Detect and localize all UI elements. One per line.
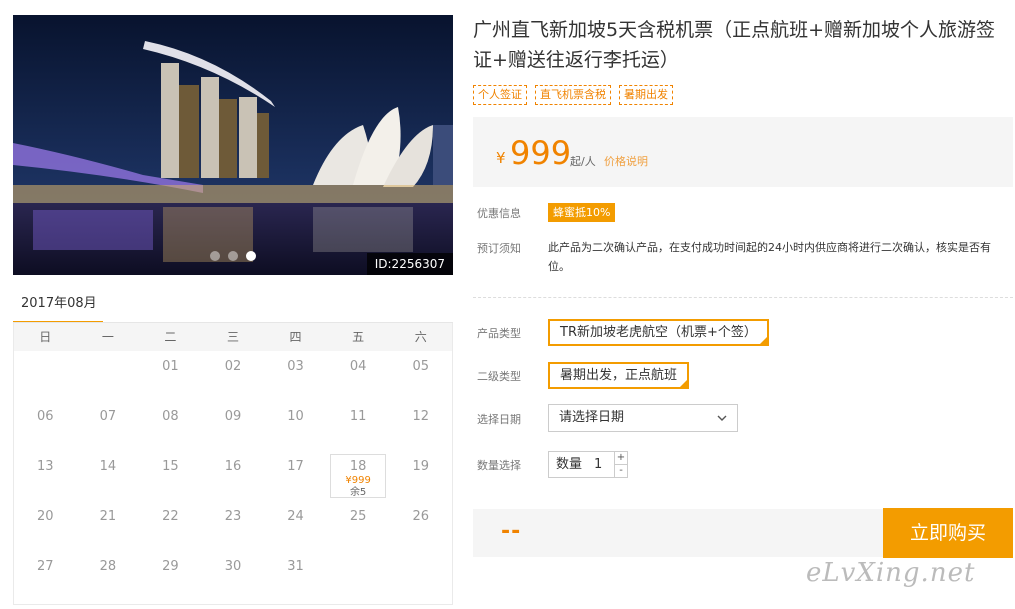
calendar-day: 20: [37, 509, 54, 524]
calendar-day: 01: [162, 359, 179, 374]
price-box: ¥ 999 起/人 价格说明: [473, 117, 1013, 187]
calendar-weekday-row: 日一二三四五六: [14, 323, 452, 351]
product-tag: 暑期出发: [619, 85, 673, 105]
quantity-prefix: 数量: [556, 457, 583, 472]
calendar-weekday: 二: [164, 330, 177, 344]
section-divider: [473, 297, 1013, 298]
notice-label: 预订须知: [477, 242, 521, 255]
product-tag: 直飞机票含税: [535, 85, 611, 105]
calendar-empty-cell: [14, 351, 77, 401]
quantity-decrease-button[interactable]: -: [614, 465, 627, 478]
calendar-day: 02: [224, 359, 242, 374]
sub-type-label: 二级类型: [477, 370, 521, 383]
chevron-down-icon: [717, 415, 727, 421]
product-type-option[interactable]: TR新加坡老虎航空（机票+个签）: [548, 319, 769, 346]
calendar-day: 10: [287, 409, 304, 424]
product-tag: 个人签证: [473, 85, 527, 105]
quantity-stepper[interactable]: 数量 1 + -: [548, 451, 628, 478]
calendar-day: 14: [99, 459, 117, 474]
calendar-day: 19: [412, 459, 429, 474]
calendar-weekday: 四: [289, 330, 302, 344]
calendar-day: 30: [224, 559, 242, 574]
calendar-weekday: 一: [101, 330, 114, 344]
calendar-day: 05: [412, 359, 429, 374]
product-title: 广州直飞新加坡5天含税机票（正点航班+赠新加坡个人旅游签证+赠送往返行李托运）: [473, 19, 996, 71]
carousel-dots: [210, 251, 256, 261]
price-unit: 起/人: [570, 155, 596, 168]
quantity-value[interactable]: 1: [594, 452, 602, 477]
calendar-day: 15: [162, 459, 179, 474]
quantity-label: 数量选择: [477, 459, 521, 472]
calendar-day: 24: [287, 509, 304, 524]
calendar-day: 22: [162, 509, 179, 524]
price-value: 999: [510, 134, 572, 172]
product-type-label: 产品类型: [477, 327, 521, 340]
sub-type-option[interactable]: 暑期出发，正点航班: [548, 362, 690, 389]
marina-bay-night-photo: [13, 15, 453, 275]
price-explanation-link[interactable]: 价格说明: [604, 153, 648, 169]
product-tags: 个人签证 直飞机票含税 暑期出发: [473, 85, 673, 105]
calendar-day: 09: [224, 409, 242, 424]
calendar-day: 07: [99, 409, 117, 424]
calendar-day: 12: [412, 409, 429, 424]
price-currency: ¥: [496, 149, 506, 167]
calendar-day-stock: 余5: [349, 487, 367, 498]
price-calendar: 日 一 二 三 四 五 六 01 02 03 04 05 06 07 08 09 10 11 12 13 14 15 16…: [13, 323, 453, 605]
calendar-day: 03: [287, 359, 304, 374]
calendar-empty-cell: [327, 551, 390, 601]
photo-id-label: ID:2256307: [366, 253, 453, 275]
carousel-dot[interactable]: [210, 251, 220, 261]
calendar-day-available[interactable]: 18 ¥999 余5: [327, 451, 390, 501]
calendar-day: 11: [349, 409, 367, 424]
calendar-weekday: 五: [352, 330, 365, 344]
calendar-day: 23: [224, 509, 242, 524]
calendar-weekday: 三: [226, 330, 239, 344]
discount-badge: 蜂蜜抵10%: [548, 203, 616, 222]
watermark: eLvXing.net: [806, 558, 976, 588]
calendar-day: 16: [224, 459, 242, 474]
carousel-dot[interactable]: [228, 251, 238, 261]
discount-label: 优惠信息: [477, 207, 521, 220]
calendar-empty-cell: [389, 551, 452, 601]
carousel-dot-active[interactable]: [246, 251, 256, 261]
date-select[interactable]: 请选择日期: [548, 404, 738, 432]
calendar-day: 26: [412, 509, 429, 524]
calendar-day: 08: [162, 409, 179, 424]
quantity-increase-button[interactable]: +: [614, 452, 627, 465]
calendar-day: 13: [37, 459, 54, 474]
calendar-day: 04: [349, 359, 367, 374]
total-price: --: [501, 519, 522, 544]
calendar-day: 25: [349, 509, 367, 524]
calendar-weekday: 日: [39, 330, 52, 344]
calendar-day-number: 18: [349, 459, 367, 474]
calendar-day: 17: [287, 459, 304, 474]
product-photo-carousel[interactable]: ID:2256307: [13, 15, 453, 275]
calendar-day: 21: [99, 509, 117, 524]
buy-now-button[interactable]: 立即购买: [883, 508, 1013, 558]
calendar-day: 31: [287, 559, 304, 574]
date-select-value: 请选择日期: [559, 410, 625, 425]
calendar-weekday: 六: [414, 330, 427, 344]
calendar-day: 28: [99, 559, 117, 574]
booking-notice: 此产品为二次确认产品，在支付成功时间起的24小时内供应商将进行二次确认，核实是否…: [548, 241, 991, 273]
calendar-days-grid: 01 02 03 04 05 06 07 08 09 10 11 12 13 14 15 16 17 18 ¥999…: [14, 351, 452, 601]
calendar-day: 06: [37, 409, 54, 424]
calendar-day: 29: [162, 559, 179, 574]
calendar-empty-cell: [77, 351, 140, 401]
calendar-month-tab[interactable]: 2017年08月: [13, 290, 103, 324]
product-page: ID:2256307 2017年08月 日 一 二 三 四 五 六 01 02 03 04 05 06…: [0, 0, 1015, 609]
calendar-day-price: ¥999: [345, 475, 371, 486]
date-label: 选择日期: [477, 413, 521, 426]
calendar-day: 27: [37, 559, 54, 574]
